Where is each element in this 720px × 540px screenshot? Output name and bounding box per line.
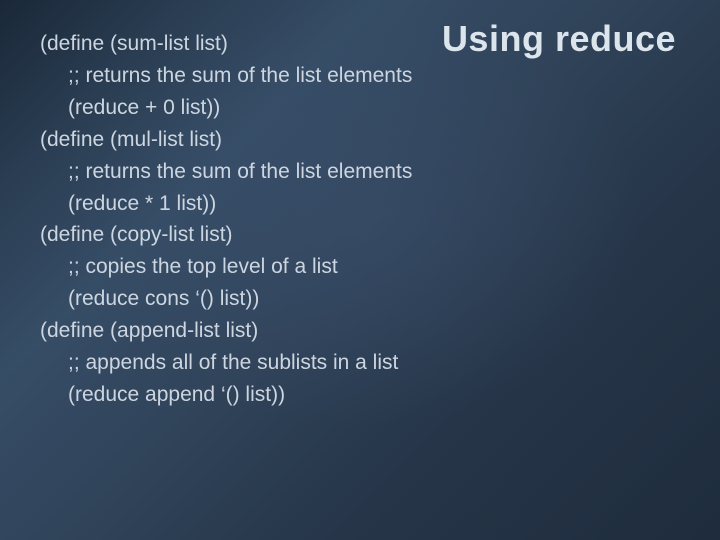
code-line: ;; appends all of the sublists in a list (40, 347, 680, 379)
code-line: (define (mul-list list) (40, 124, 680, 156)
code-line: (define (append-list list) (40, 315, 680, 347)
code-line: ;; returns the sum of the list elements (40, 156, 680, 188)
code-line: (reduce append ‘() list)) (40, 379, 680, 411)
code-line: ;; copies the top level of a list (40, 251, 680, 283)
code-line: (reduce + 0 list)) (40, 92, 680, 124)
code-line: (define (copy-list list) (40, 219, 680, 251)
code-line: (reduce cons ‘() list)) (40, 283, 680, 315)
slide: Using reduce (define (sum-list list) ;; … (0, 0, 720, 540)
slide-title: Using reduce (442, 18, 676, 60)
code-line: (reduce * 1 list)) (40, 188, 680, 220)
code-block: (define (sum-list list) ;; returns the s… (40, 28, 680, 411)
code-line: ;; returns the sum of the list elements (40, 60, 680, 92)
